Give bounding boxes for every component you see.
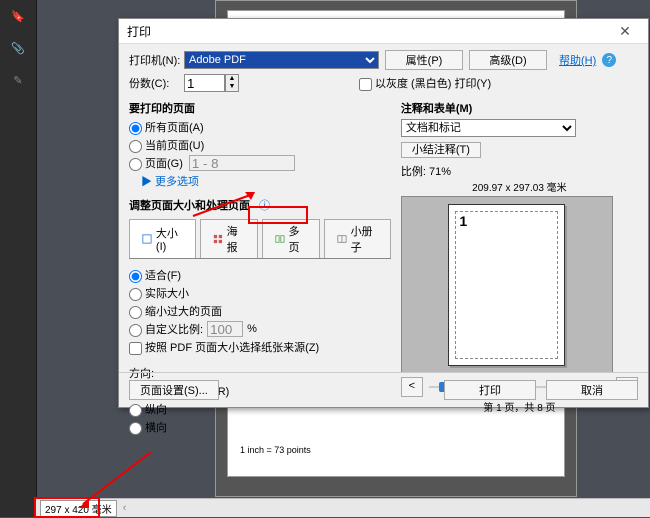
bookmark-icon[interactable]: 🔖 [0, 0, 36, 32]
print-preview: 1 [401, 196, 613, 373]
tab-size[interactable]: 大小(I) [129, 219, 196, 258]
printer-select[interactable]: Adobe PDF [184, 51, 379, 69]
help-icon[interactable]: ? [602, 53, 616, 67]
tab-poster[interactable]: 海报 [200, 219, 258, 258]
radio-shrink[interactable]: 缩小过大的页面 [129, 303, 222, 319]
preview-page: 1 [448, 204, 565, 366]
radio-orient-landscape[interactable]: 横向 [129, 419, 167, 435]
print-dialog: 打印 ✕ 打印机(N): Adobe PDF 属性(P) 高级(D) 帮助(H)… [118, 18, 649, 408]
preview-dims: 209.97 x 297.03 毫米 [401, 179, 638, 194]
status-bar: 297 x 420 毫米 ‹ [36, 498, 650, 517]
custom-scale-input[interactable] [207, 321, 243, 337]
app-sidebar: 🔖 📎 ✎ [0, 0, 37, 517]
dialog-footer: 页面设置(S)... 打印 取消 [119, 372, 648, 407]
more-options[interactable]: ▶ 更多选项 [141, 173, 391, 189]
radio-actual[interactable]: 实际大小 [129, 285, 189, 301]
status-chevron-icon: ‹ [123, 502, 127, 514]
page-range-input[interactable] [189, 155, 295, 171]
radio-page-range[interactable]: 页面(G) [129, 155, 183, 171]
tab-multi[interactable]: 多页 [262, 219, 320, 258]
radio-current-page[interactable]: 当前页面(U) [129, 137, 204, 153]
checkbox-paper-source[interactable]: 按照 PDF 页面大小选择纸张来源(Z) [129, 339, 319, 355]
scale-label: 比例: [401, 166, 426, 178]
close-button[interactable]: ✕ [610, 23, 640, 40]
printer-label: 打印机(N): [129, 52, 184, 68]
summarize-button[interactable]: 小结注释(T) [401, 142, 481, 158]
radio-fit[interactable]: 适合(F) [129, 267, 181, 283]
percent-label: % [247, 323, 257, 335]
copies-label: 份数(C): [129, 75, 184, 91]
dialog-title-text: 打印 [127, 23, 151, 40]
dialog-titlebar: 打印 ✕ [119, 19, 648, 44]
copies-spinner[interactable]: ▲▼ [225, 74, 239, 92]
print-button[interactable]: 打印 [444, 380, 536, 400]
properties-button[interactable]: 属性(P) [385, 50, 463, 70]
info-icon[interactable]: ⓘ [259, 200, 270, 212]
size-tabs: 大小(I) 海报 多页 小册子 [129, 219, 391, 259]
radio-all-pages[interactable]: 所有页面(A) [129, 119, 204, 135]
grayscale-checkbox[interactable]: 以灰度 (黑白色) 打印(Y) [359, 75, 491, 91]
preview-page-number: 1 [459, 213, 467, 229]
attachment-icon[interactable]: 📎 [0, 32, 36, 64]
radio-custom-scale[interactable]: 自定义比例: [129, 321, 203, 337]
tab-booklet[interactable]: 小册子 [324, 219, 391, 258]
comments-title: 注释和表单(M) [401, 100, 638, 116]
cancel-button[interactable]: 取消 [546, 380, 638, 400]
copies-input[interactable] [184, 74, 225, 92]
ruler-text: 1 inch = 73 points [240, 445, 311, 455]
signature-icon[interactable]: ✎ [0, 64, 36, 96]
comments-combo[interactable]: 文档和标记 [401, 119, 576, 137]
size-group-title: 调整页面大小和处理页面 [129, 200, 250, 212]
advanced-button[interactable]: 高级(D) [469, 50, 547, 70]
page-setup-button[interactable]: 页面设置(S)... [129, 380, 219, 400]
pages-group-title: 要打印的页面 [129, 100, 391, 116]
status-dims: 297 x 420 毫米 [40, 500, 117, 517]
scale-value: 71% [429, 166, 451, 178]
help-link[interactable]: 帮助(H) [559, 52, 596, 68]
